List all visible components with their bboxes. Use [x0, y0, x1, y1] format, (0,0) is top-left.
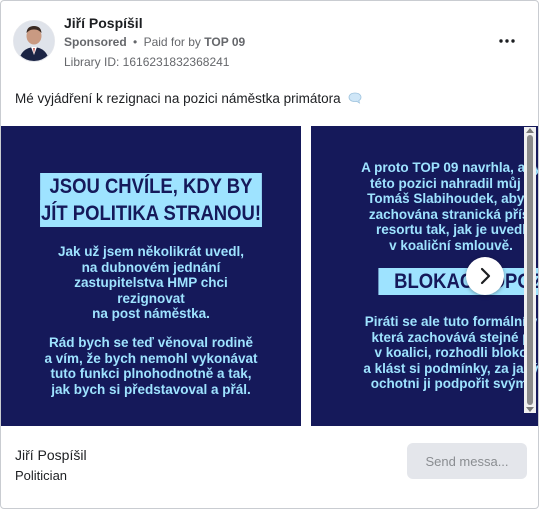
scroll-down-arrow-icon[interactable] [526, 407, 534, 412]
scroll-up-arrow-icon[interactable] [526, 128, 534, 133]
more-options-button[interactable] [493, 31, 521, 51]
paid-for-prefix: Paid for by [143, 35, 201, 49]
carousel-slide-1[interactable]: JSOU CHVÍLE, KDY BY MĚLA JÍT POLITIKA ST… [1, 126, 301, 426]
ad-card: Jiří Pospíšil Sponsored • Paid for by TO… [0, 0, 539, 509]
more-horizontal-icon [499, 39, 515, 43]
slide2-headline: BLOKACE OPOZICE [378, 268, 538, 295]
speech-bubble-icon [348, 92, 362, 107]
payer-name: TOP 09 [204, 35, 246, 49]
ad-header: Jiří Pospíšil Sponsored • Paid for by TO… [1, 1, 538, 81]
vertical-scrollbar[interactable] [524, 127, 536, 413]
slide2-paragraph-2: Piráti se ale tuto formální v která zach… [363, 314, 538, 391]
library-id: Library ID: 1616231832368241 [64, 55, 230, 69]
carousel-next-button[interactable] [466, 257, 504, 295]
avatar[interactable] [13, 20, 55, 62]
footer-page-category: Politician [15, 468, 68, 483]
slide1-paragraph-2: Rád bych se teď věnoval rodině a vím, že… [44, 335, 258, 397]
scrollbar-thumb[interactable] [527, 135, 533, 405]
post-text: Mé vyjádření k rezignaci na pozici náměs… [15, 91, 362, 107]
post-text-content: Mé vyjádření k rezignaci na pozici náměs… [15, 91, 341, 106]
send-message-button[interactable]: Send messa... [407, 443, 527, 479]
separator-bullet: • [133, 35, 138, 49]
chevron-right-icon [480, 267, 491, 285]
slide1-paragraph-1: Jak už jsem několikrát uvedl, na dubnové… [57, 244, 245, 321]
image-carousel[interactable]: JSOU CHVÍLE, KDY BY MĚLA JÍT POLITIKA ST… [1, 126, 538, 426]
sponsored-label: Sponsored [64, 35, 127, 49]
footer-page-name[interactable]: Jiří Pospíšil [15, 447, 87, 463]
slide2-paragraph-1: A proto TOP 09 navrhla, aby této pozici … [361, 160, 538, 253]
slide1-headline-line2: JÍT POLITIKA STRANOU! [40, 200, 262, 227]
sponsored-line: Sponsored • Paid for by TOP 09 [64, 35, 245, 49]
avatar-portrait-icon [14, 21, 54, 61]
advertiser-name[interactable]: Jiří Pospíšil [64, 15, 143, 31]
